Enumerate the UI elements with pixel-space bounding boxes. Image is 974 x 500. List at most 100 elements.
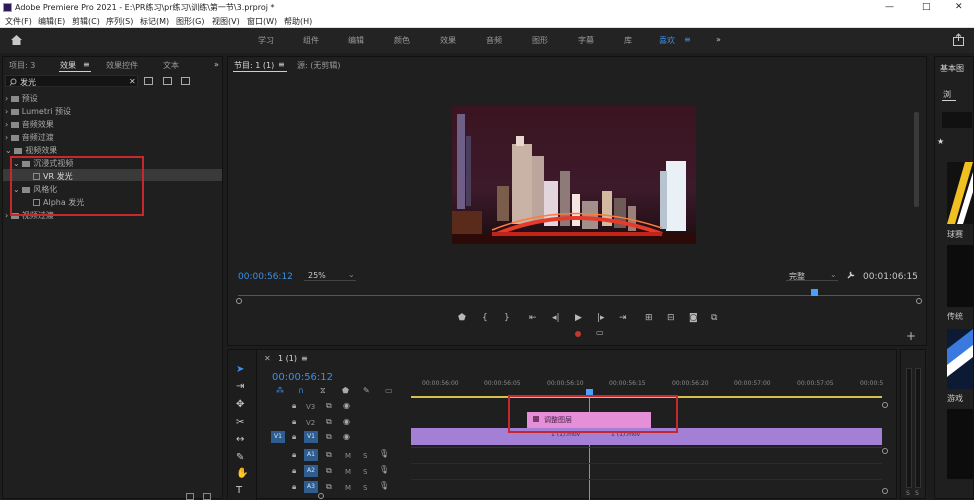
lock-icon[interactable]: 🔒︎ — [292, 466, 296, 476]
close-button[interactable]: ✕ — [955, 0, 963, 15]
workspace-favorites[interactable]: 喜欢 — [659, 35, 675, 46]
comparison-view-icon[interactable]: ⧉ — [711, 313, 717, 323]
workspace-learn[interactable]: 学习 — [258, 35, 274, 46]
template-thumbnail[interactable] — [947, 329, 973, 389]
microphone-icon[interactable]: 🎙︎ — [379, 465, 389, 474]
lock-icon[interactable]: 🔒︎ — [292, 482, 296, 492]
source-patch-v1[interactable]: V1 — [271, 431, 285, 443]
program-timecode[interactable]: 00:00:56:12 — [238, 272, 293, 282]
quality-select[interactable]: 完整 ⌄ — [786, 270, 838, 281]
tab-browse[interactable]: 浏 — [943, 89, 951, 100]
tree-audio-effects[interactable]: › 音频效果 — [5, 119, 54, 130]
workspace-captions[interactable]: 字幕 — [578, 35, 594, 46]
timeline-settings-icon[interactable]: ✎ — [363, 386, 370, 395]
menu-sequence[interactable]: 序列(S) — [106, 15, 133, 28]
32bit-effects-icon[interactable] — [163, 77, 172, 85]
sync-lock-icon[interactable]: ⧉ — [326, 432, 332, 442]
sync-lock-icon[interactable]: ⧉ — [326, 482, 332, 492]
track-target-a1[interactable]: A1 — [304, 449, 318, 461]
search-clear-icon[interactable]: ✕ — [129, 77, 136, 86]
menu-window[interactable]: 窗口(W) — [247, 15, 277, 28]
type-tool-icon[interactable]: T — [236, 485, 242, 496]
monitor-scrollbar[interactable] — [914, 112, 919, 207]
effects-search-input[interactable]: 发光 ✕ — [5, 75, 138, 87]
maximize-button[interactable]: □ — [922, 0, 931, 15]
tab-source[interactable]: 源: (无剪辑) — [297, 60, 340, 71]
workspace-assembly[interactable]: 组件 — [303, 35, 319, 46]
sync-lock-icon[interactable]: ⧉ — [326, 466, 332, 476]
menu-clip[interactable]: 剪辑(C) — [72, 15, 100, 28]
workspace-graphics[interactable]: 图形 — [532, 35, 548, 46]
step-back-icon[interactable]: ◂| — [552, 313, 560, 323]
program-playhead[interactable] — [811, 289, 818, 296]
sync-lock-icon[interactable]: ⧉ — [326, 450, 332, 460]
menu-edit[interactable]: 编辑(E) — [38, 15, 65, 28]
mute-a2[interactable]: M — [345, 468, 351, 476]
template-thumbnail[interactable] — [947, 162, 973, 224]
menu-graphics[interactable]: 图形(G) — [176, 15, 204, 28]
insert-icon[interactable]: ⊞ — [645, 313, 653, 323]
linked-selection-icon[interactable]: ∩ — [298, 386, 304, 395]
solo-a2[interactable]: S — [363, 468, 367, 476]
mute-a3[interactable]: M — [345, 484, 351, 492]
microphone-icon[interactable]: 🎙︎ — [379, 481, 389, 490]
tab-text[interactable]: 文本 — [163, 60, 179, 71]
lock-icon[interactable]: 🔒︎ — [292, 450, 296, 460]
microphone-icon[interactable]: 🎙︎ — [379, 449, 389, 458]
go-to-out-icon[interactable]: ⇥ — [619, 313, 627, 323]
slip-tool-icon[interactable]: ↔ — [236, 434, 244, 445]
new-preset-icon[interactable] — [203, 493, 211, 500]
tree-video-effects[interactable]: ⌄ 视频效果 — [5, 145, 57, 156]
add-marker-timeline-icon[interactable]: ⬟ — [342, 386, 349, 395]
workspace-editing[interactable]: 编辑 — [348, 35, 364, 46]
workspace-effects[interactable]: 效果 — [440, 35, 456, 46]
eye-icon[interactable]: ◉ — [343, 401, 350, 410]
solo-a3[interactable]: S — [363, 484, 367, 492]
sync-lock-icon[interactable]: ⧉ — [326, 401, 332, 411]
timeline-timecode[interactable]: 00:00:56:12 — [272, 372, 333, 383]
workspace-color[interactable]: 颜色 — [394, 35, 410, 46]
hand-tool-icon[interactable]: ✋ — [236, 468, 248, 479]
mark-in-icon[interactable]: { — [482, 313, 488, 323]
sync-lock-icon[interactable]: ⧉ — [326, 417, 332, 427]
tab-effects[interactable]: 效果 — [60, 60, 76, 71]
yuv-effects-icon[interactable] — [181, 77, 190, 85]
solo-left[interactable]: S — [906, 490, 910, 497]
scroll-handle[interactable] — [318, 493, 324, 499]
go-to-in-icon[interactable]: ⇤ — [529, 313, 537, 323]
eye-icon[interactable]: ◉ — [343, 417, 350, 426]
zoom-handle-right[interactable] — [916, 298, 922, 304]
minimize-button[interactable]: — — [885, 0, 894, 15]
tab-program-menu-icon[interactable]: ≡ — [278, 60, 285, 69]
scroll-handle[interactable] — [882, 448, 888, 454]
menu-view[interactable]: 视图(V) — [212, 15, 240, 28]
track-target-v1[interactable]: V1 — [304, 431, 318, 443]
mute-a1[interactable]: M — [345, 452, 351, 460]
export-frame-icon[interactable]: ◙ — [689, 313, 698, 323]
close-sequence-icon[interactable]: ✕ — [264, 354, 271, 363]
play-icon[interactable]: ▶ — [575, 313, 582, 323]
scroll-handle[interactable] — [882, 488, 888, 494]
ripple-edit-tool-icon[interactable]: ✥ — [236, 399, 244, 410]
solo-right[interactable]: S — [915, 490, 919, 497]
step-forward-icon[interactable]: |▸ — [597, 313, 605, 323]
menu-marker[interactable]: 标记(M) — [140, 15, 169, 28]
insert-sequence-icon[interactable]: ⧖ — [320, 386, 326, 396]
selection-tool-icon[interactable]: ➤ — [236, 364, 244, 375]
vr-video-icon[interactable]: ▭ — [596, 328, 604, 337]
scroll-handle[interactable] — [882, 402, 888, 408]
tab-sequence-menu-icon[interactable]: ≡ — [301, 354, 308, 363]
tree-presets[interactable]: › 预设 — [5, 93, 38, 104]
snap-icon[interactable]: ⁂ — [276, 386, 284, 395]
star-icon[interactable]: ★ — [937, 137, 944, 146]
track-target-a3[interactable]: A3 — [304, 481, 318, 493]
home-icon[interactable] — [10, 34, 23, 46]
new-folder-icon[interactable] — [186, 493, 194, 500]
menu-file[interactable]: 文件(F) — [5, 15, 32, 28]
pen-tool-icon[interactable]: ✎ — [236, 452, 244, 463]
tab-effect-controls[interactable]: 效果控件 — [106, 60, 138, 71]
workspace-menu-icon[interactable]: ≡ — [684, 35, 691, 44]
accelerated-effects-icon[interactable] — [144, 77, 153, 85]
zoom-handle-left[interactable] — [236, 298, 242, 304]
wrench-icon[interactable] — [846, 270, 856, 280]
